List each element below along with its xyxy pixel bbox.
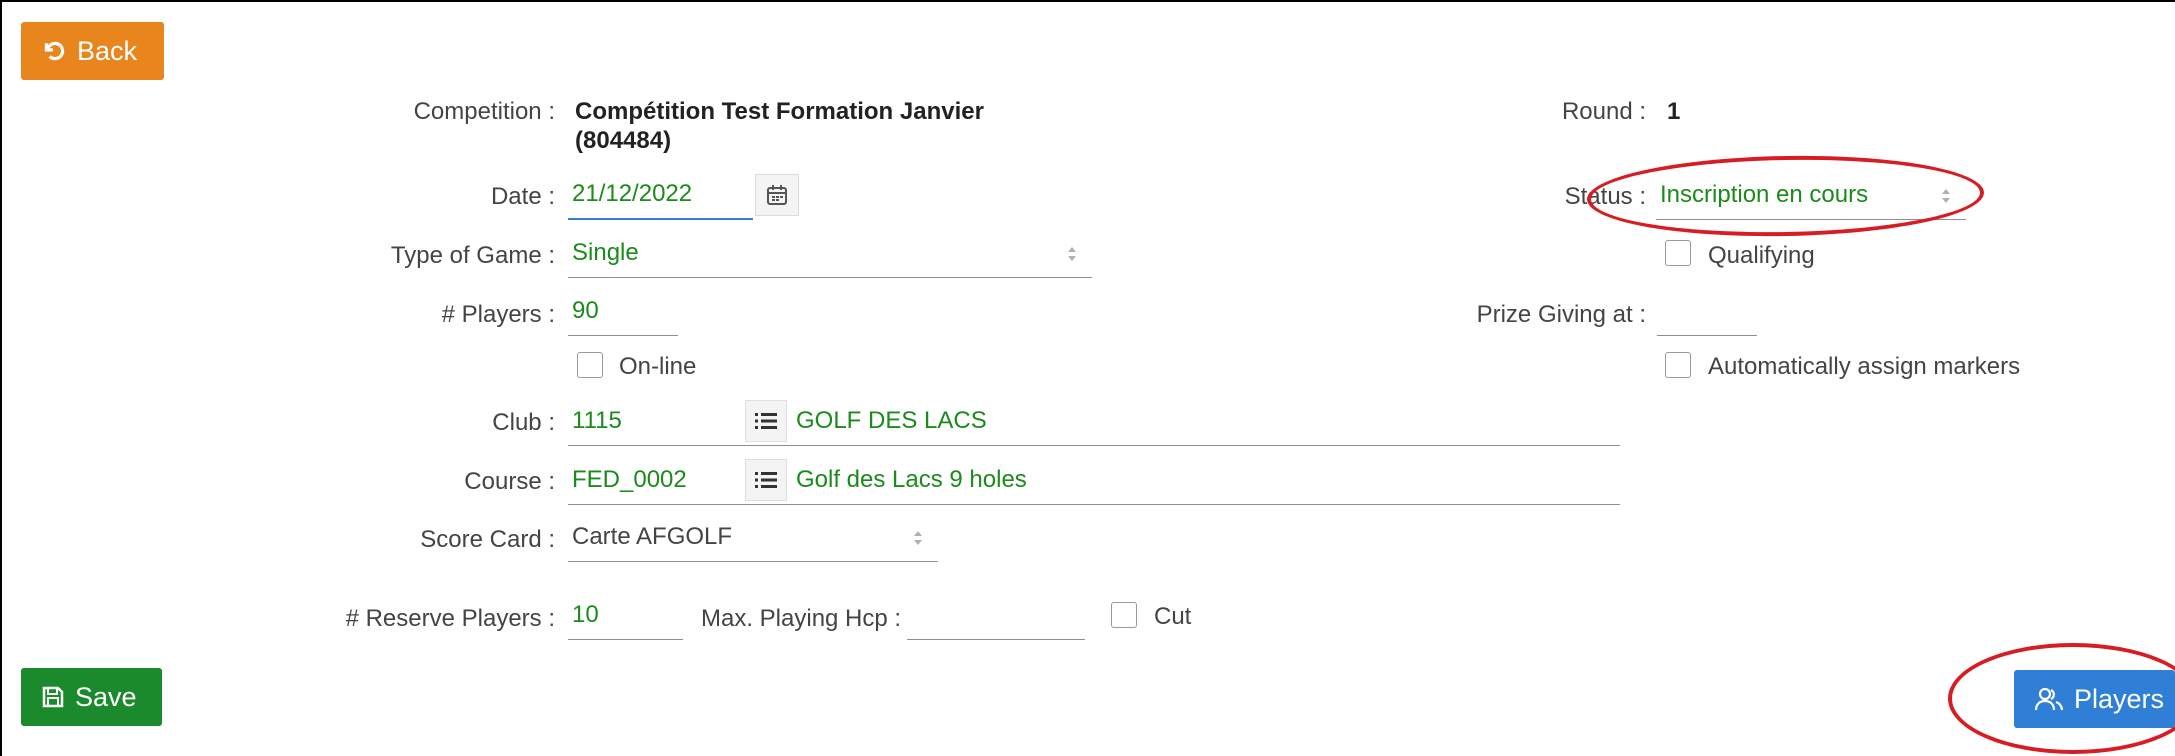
round-label: Round : xyxy=(1561,98,1646,125)
max-playing-hcp-label: Max. Playing Hcp : xyxy=(701,605,902,632)
online-checkbox[interactable] xyxy=(577,352,603,378)
list-icon xyxy=(755,413,777,429)
club-lookup-button[interactable] xyxy=(745,400,787,442)
club-label: Club : xyxy=(492,409,555,436)
status-label: Status : xyxy=(1564,183,1646,210)
auto-assign-markers-checkbox[interactable] xyxy=(1665,352,1691,378)
score-card-select[interactable]: Carte AFGOLF xyxy=(568,512,938,562)
max-playing-hcp-input[interactable] xyxy=(907,590,1085,640)
reserve-players-input[interactable]: 10 xyxy=(568,590,683,640)
course-field[interactable]: FED_0002 Golf des Lacs 9 holes xyxy=(568,455,1620,505)
reserve-players-label: # Reserve Players : xyxy=(345,605,555,632)
competition-value-line2: (804484) xyxy=(575,127,672,154)
type-of-game-select[interactable]: Single xyxy=(568,228,1092,278)
auto-assign-markers-label: Automatically assign markers xyxy=(1708,353,2021,380)
competition-value-line1: Compétition Test Formation Janvier xyxy=(575,98,984,125)
date-label: Date : xyxy=(490,183,555,210)
course-label: Course : xyxy=(464,468,555,495)
qualifying-checkbox[interactable] xyxy=(1665,240,1691,266)
select-arrows-icon xyxy=(1942,189,1950,203)
players-button[interactable]: Players xyxy=(2014,670,2175,728)
save-button[interactable]: Save xyxy=(21,668,162,726)
course-code: FED_0002 xyxy=(572,466,687,493)
course-lookup-button[interactable] xyxy=(745,459,787,501)
players-count-label: # Players : xyxy=(441,301,555,328)
type-of-game-label: Type of Game : xyxy=(390,242,555,269)
competition-label: Competition : xyxy=(413,98,555,125)
date-input[interactable]: 21/12/2022 xyxy=(568,170,753,220)
cut-label: Cut xyxy=(1154,603,1192,630)
players-count-input[interactable]: 90 xyxy=(568,286,678,336)
undo-icon xyxy=(44,41,65,61)
club-field[interactable]: 1115 GOLF DES LACS xyxy=(568,396,1620,446)
club-code: 1115 xyxy=(572,407,622,434)
list-icon xyxy=(755,472,777,488)
players-button-label: Players xyxy=(2074,683,2165,714)
course-name: Golf des Lacs 9 holes xyxy=(796,466,1027,493)
users-icon xyxy=(2034,687,2064,711)
status-select[interactable]: Inscription en cours xyxy=(1656,170,1966,220)
select-arrows-icon xyxy=(914,531,922,545)
prize-giving-input[interactable] xyxy=(1657,286,1757,336)
cut-checkbox[interactable] xyxy=(1111,602,1137,628)
back-button[interactable]: Back xyxy=(21,22,164,80)
select-arrows-icon xyxy=(1068,247,1076,261)
save-button-label: Save xyxy=(75,681,137,712)
online-label: On-line xyxy=(619,353,697,380)
round-value: 1 xyxy=(1667,98,1681,125)
back-button-label: Back xyxy=(77,35,138,66)
qualifying-label: Qualifying xyxy=(1708,242,1815,269)
date-picker-button[interactable] xyxy=(755,174,799,216)
prize-giving-label: Prize Giving at : xyxy=(1476,301,1646,328)
floppy-disk-icon xyxy=(42,686,64,708)
score-card-label: Score Card : xyxy=(420,526,555,553)
calendar-icon xyxy=(767,185,787,205)
club-name: GOLF DES LACS xyxy=(796,407,987,434)
